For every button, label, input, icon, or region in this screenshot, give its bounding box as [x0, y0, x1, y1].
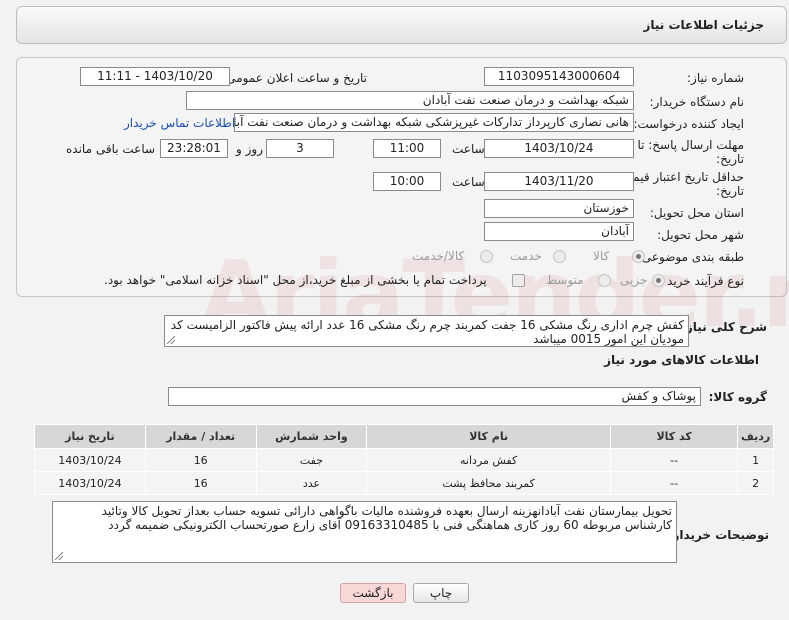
goods-table: ردیف کد کالا نام کالا واحد شمارش تعداد /…: [34, 424, 774, 495]
deadline-label-line1: مهلت ارسال پاسخ: تا: [637, 138, 744, 152]
need-number-label: شماره نیاز:: [687, 71, 744, 85]
category-option-both: کالا/خدمت: [412, 249, 465, 263]
requester-label: ایجاد کننده درخواست:: [633, 117, 744, 131]
cell-qty: 16: [144, 471, 257, 495]
validity-label-line2: تاریخ:: [716, 184, 744, 198]
cell-name: کمربند محافظ پشت: [366, 471, 611, 495]
cell-date: 1403/10/24: [34, 471, 146, 495]
col-name: نام کالا: [366, 424, 611, 449]
page-header: جزئیات اطلاعات نیاز: [16, 6, 787, 44]
need-number-field[interactable]: 1103095143000604: [484, 67, 634, 86]
col-row: ردیف: [737, 424, 774, 449]
treasury-payment-checkbox[interactable]: [512, 274, 525, 287]
cell-qty: 16: [144, 448, 257, 472]
contact-info-link[interactable]: اطلاعات تماس خریدار: [124, 116, 235, 130]
cell-date: 1403/10/24: [34, 448, 146, 472]
category-radio-both[interactable]: [480, 250, 493, 263]
deadline-time-label: ساعت: [452, 142, 485, 156]
requester-field[interactable]: هانی نصاری کارپرداز تدارکات غیرپزشکی شبک…: [234, 113, 634, 132]
goods-section-title: اطلاعات کالاهای مورد نیاز: [604, 353, 759, 367]
cell-name: کفش مردانه: [366, 448, 611, 472]
description-text: کفش چرم اداری رنگ مشکی 16 جفت کمربند چرم…: [170, 318, 684, 346]
time-remaining-field[interactable]: 23:28:01: [160, 139, 228, 158]
process-radio-minor[interactable]: [652, 274, 665, 287]
province-label: استان محل تحویل:: [649, 206, 744, 220]
resize-grip-icon[interactable]: [55, 552, 63, 560]
category-radio-goods[interactable]: [632, 250, 645, 263]
goods-group-field[interactable]: پوشاک و کفش: [168, 387, 701, 406]
resize-grip-icon[interactable]: [167, 336, 175, 344]
description-textarea[interactable]: کفش چرم اداری رنگ مشکی 16 جفت کمربند چرم…: [164, 315, 689, 347]
goods-group-label: گروه کالا:: [708, 390, 767, 404]
table-row[interactable]: 2 -- کمربند محافظ پشت عدد 16 1403/10/24: [34, 471, 774, 495]
cell-row: 1: [737, 448, 774, 472]
process-radio-medium[interactable]: [598, 274, 611, 287]
days-label: روز و: [236, 142, 263, 156]
cell-unit: جفت: [255, 448, 368, 472]
table-row[interactable]: 1 -- کفش مردانه جفت 16 1403/10/24: [34, 448, 774, 472]
cell-row: 2: [737, 471, 774, 495]
buyer-notes-label: توضیحات خریدار:: [667, 528, 769, 542]
back-button[interactable]: بازگشت: [340, 583, 406, 603]
process-option-medium: متوسط: [546, 273, 584, 287]
city-field[interactable]: آبادان: [484, 222, 634, 241]
cell-code: --: [609, 448, 739, 472]
province-field[interactable]: خوزستان: [484, 199, 634, 218]
validity-time-label: ساعت: [452, 175, 485, 189]
col-date: تاریخ نیاز: [34, 424, 146, 449]
announce-label: تاریخ و ساعت اعلان عمومی:: [222, 71, 367, 85]
buyer-notes-text: تحویل بیمارستان نفت آبادانهزینه ارسال بع…: [101, 504, 672, 532]
col-unit: واحد شمارش: [255, 424, 368, 449]
announce-datetime-field[interactable]: 1403/10/20 - 11:11: [80, 67, 230, 86]
remaining-label: ساعت باقی مانده: [66, 142, 156, 156]
validity-time-field[interactable]: 10:00: [373, 172, 441, 191]
description-label: شرح کلی نیاز:: [681, 320, 767, 334]
goods-table-header: ردیف کد کالا نام کالا واحد شمارش تعداد /…: [34, 424, 774, 449]
col-code: کد کالا: [609, 424, 739, 449]
deadline-label-line2: تاریخ:: [716, 152, 744, 166]
buyer-org-label: نام دستگاه خریدار:: [649, 95, 745, 109]
category-label: طبقه بندی موضوعی:: [637, 250, 744, 264]
process-label: نوع فرآیند خرید :: [659, 274, 744, 288]
cell-unit: عدد: [255, 471, 368, 495]
buyer-notes-textarea[interactable]: تحویل بیمارستان نفت آبادانهزینه ارسال بع…: [52, 501, 677, 563]
deadline-date-field[interactable]: 1403/10/24: [484, 139, 634, 158]
buyer-org-field[interactable]: شبکه بهداشت و درمان صنعت نفت آبادان: [186, 91, 634, 110]
treasury-payment-note: پرداخت تمام یا بخشی از مبلغ خرید،از محل …: [104, 273, 487, 287]
category-option-goods: کالا: [593, 249, 610, 263]
category-radio-service[interactable]: [553, 250, 566, 263]
category-option-service: خدمت: [510, 249, 542, 263]
validity-date-field[interactable]: 1403/11/20: [484, 172, 634, 191]
deadline-time-field[interactable]: 11:00: [373, 139, 441, 158]
days-remaining-field[interactable]: 3: [266, 139, 334, 158]
col-qty: تعداد / مقدار: [144, 424, 257, 449]
process-option-minor: جزیی: [620, 273, 648, 287]
city-label: شهر محل تحویل:: [657, 228, 744, 242]
page-title: جزئیات اطلاعات نیاز: [643, 18, 764, 32]
cell-code: --: [609, 471, 739, 495]
print-button[interactable]: چاپ: [413, 583, 469, 603]
